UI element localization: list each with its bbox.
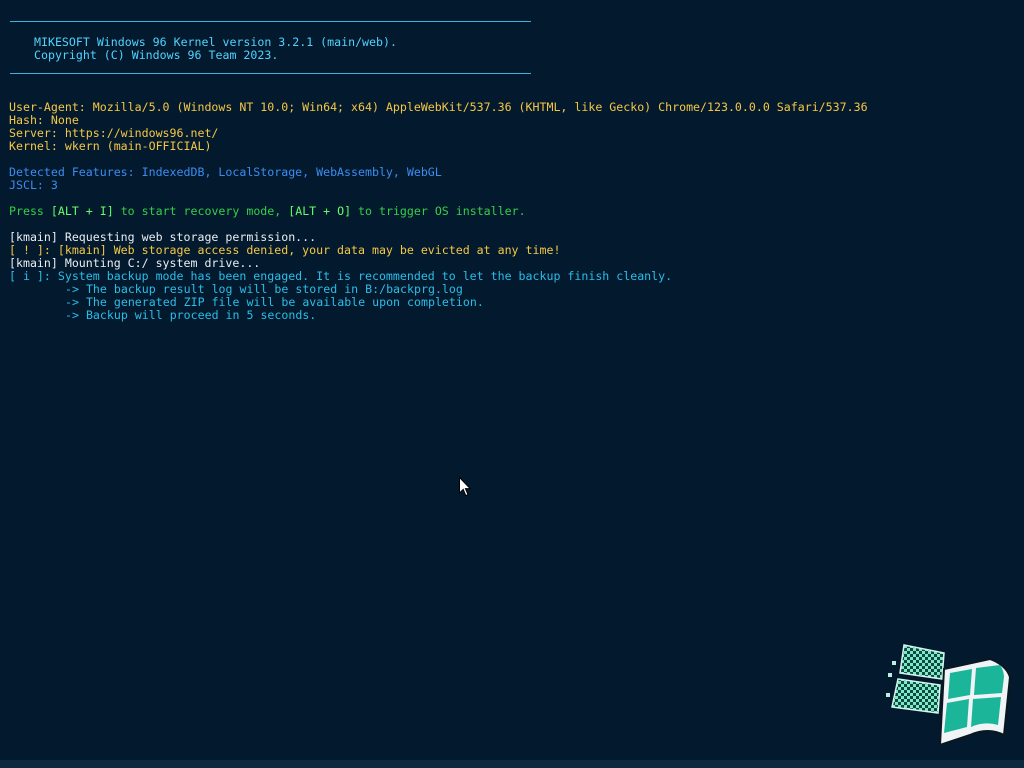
- recovery-key-hint: [ALT + I]: [50, 204, 114, 218]
- user-agent-line: User-Agent: Mozilla/5.0 (Windows NT 10.0…: [9, 100, 868, 114]
- detected-features-line: Detected Features: IndexedDB, LocalStora…: [9, 165, 442, 179]
- boot-screen: { "banner": { "line1": "MIKESOFT Windows…: [0, 0, 1024, 768]
- recovery-middle: to start recovery mode,: [113, 204, 289, 218]
- log-backup-countdown: -> Backup will proceed in 5 seconds.: [65, 308, 317, 322]
- banner-copyright: Copyright (C) Windows 96 Team 2023.: [34, 48, 279, 62]
- bottom-edge-bar: [0, 760, 1024, 768]
- recovery-prefix: Press: [9, 204, 51, 218]
- recovery-hint: Press [ALT + I] to start recovery mode, …: [9, 205, 526, 218]
- windows-96-logo-icon: [886, 644, 1012, 747]
- kernel-line: Kernel: wkern (main-OFFICIAL): [9, 139, 212, 153]
- recovery-suffix: to trigger OS installer.: [351, 204, 526, 218]
- banner-bottom-rule: [10, 73, 531, 74]
- jscl-line: JSCL: 3: [9, 178, 58, 192]
- installer-key-hint: [ALT + O]: [288, 204, 352, 218]
- mouse-pointer-icon: [459, 477, 471, 497]
- banner-top-rule: [10, 21, 531, 22]
